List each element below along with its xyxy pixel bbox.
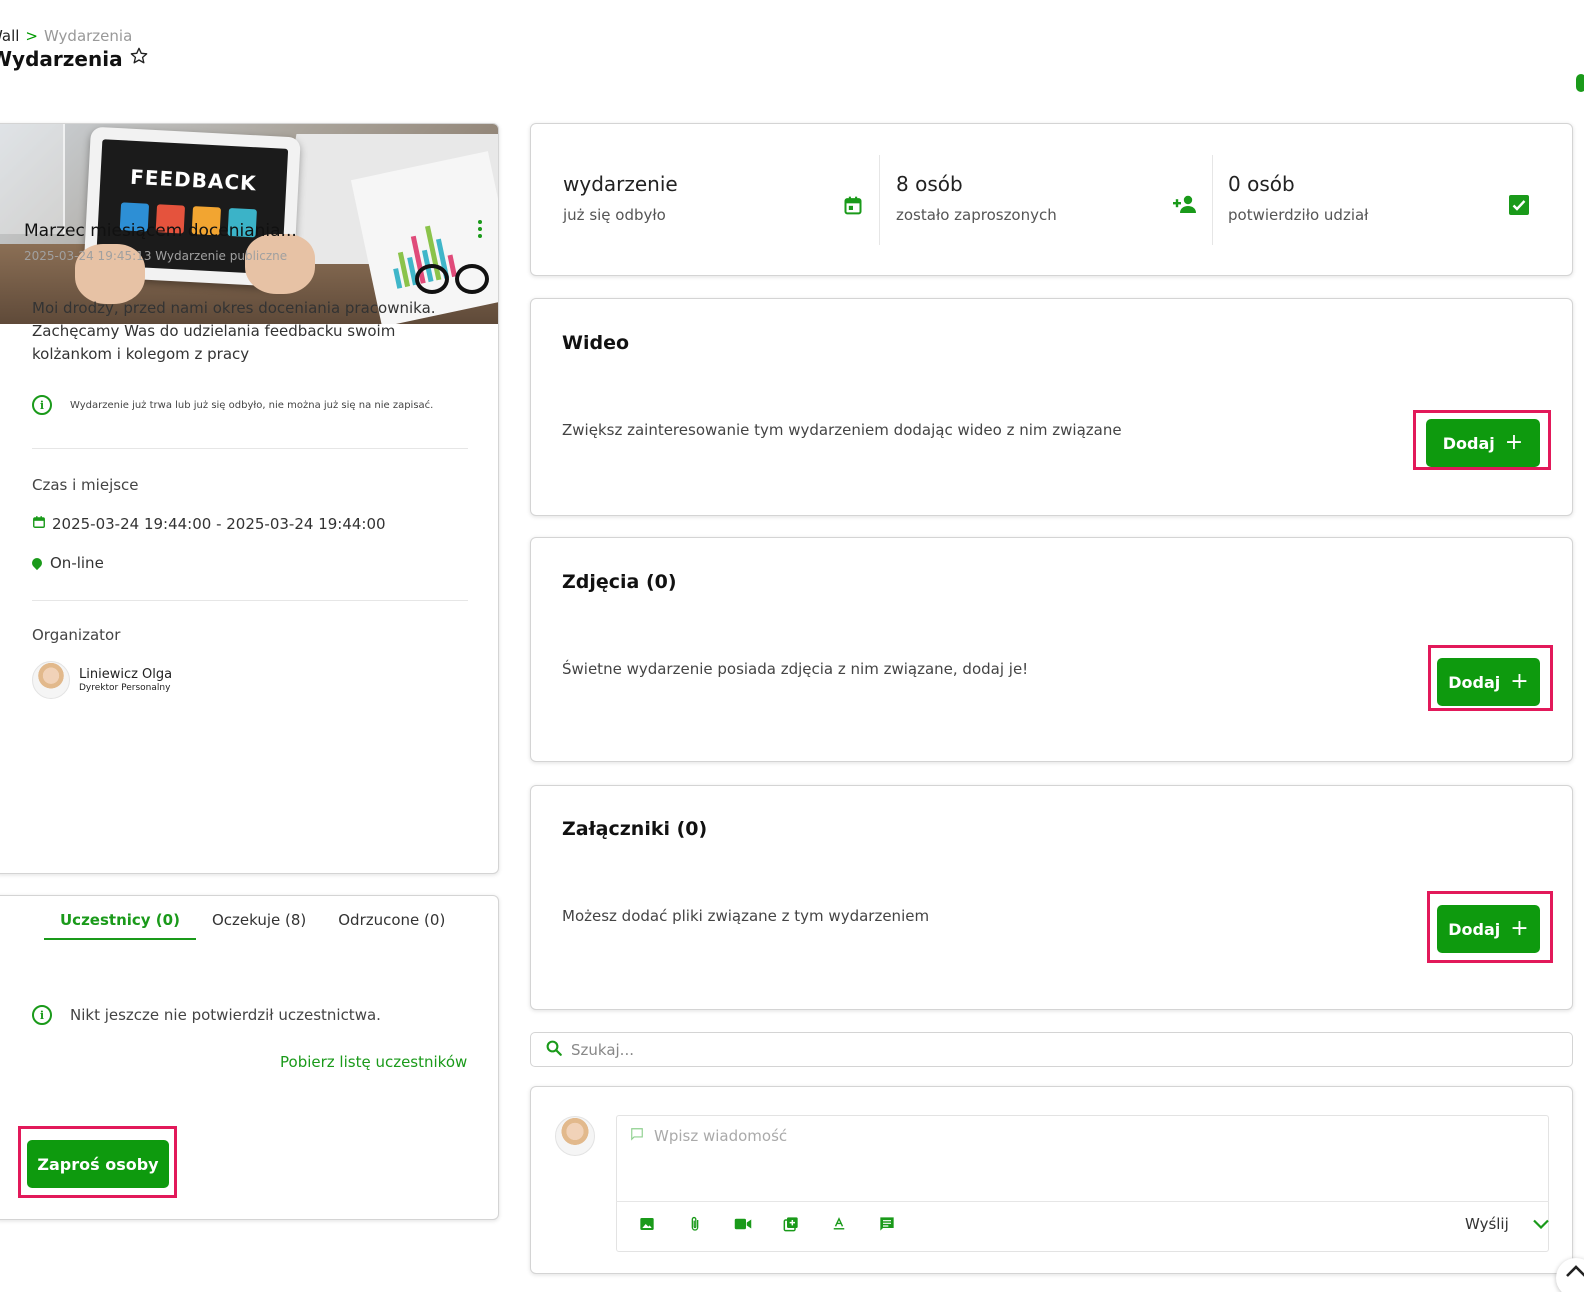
checkbox-icon: [1509, 195, 1529, 219]
chevron-up-icon: [1566, 1265, 1584, 1277]
event-location: On-line: [29, 554, 104, 572]
video-text: Zwiększ zainteresowanie tym wydarzeniem …: [562, 421, 1122, 439]
attachments-text: Możesz dodać pliki związane z tym wydarz…: [562, 907, 930, 925]
stat-status-value: wydarzenie: [563, 172, 678, 196]
participants-empty-text: Nikt jeszcze nie potwierdził uczestnictw…: [70, 1006, 381, 1024]
send-control: Wyślij: [1465, 1215, 1549, 1233]
tab-pending[interactable]: Oczekuje (8): [196, 911, 322, 940]
composer-toolbar: [638, 1215, 896, 1233]
cover-feedback-text: FEEDBACK: [129, 164, 258, 196]
event-date: 2025-03-24 19:44:00 - 2025-03-24 19:44:0…: [32, 515, 386, 533]
time-place-label: Czas i miejsce: [32, 476, 139, 494]
stat-status-label: już się odbyło: [563, 206, 666, 224]
image-icon[interactable]: [638, 1215, 656, 1233]
add-video-label: Dodaj: [1442, 433, 1495, 453]
star-icon[interactable]: [129, 46, 149, 71]
participants-empty: i Nikt jeszcze nie potwierdził uczestnic…: [32, 1005, 381, 1025]
text-format-icon[interactable]: [830, 1215, 848, 1233]
breadcrumb-current: Wydarzenia: [43, 27, 133, 45]
stat-confirmed-label: potwierdziło udział: [1228, 206, 1369, 224]
plus-icon: +: [1510, 669, 1529, 694]
info-icon: i: [32, 1005, 52, 1025]
tab-participants[interactable]: Uczestnicy (0): [44, 911, 196, 940]
search-icon: [545, 1039, 563, 1061]
calendar-icon: [32, 515, 46, 533]
video-title: Wideo: [562, 332, 630, 354]
tab-rejected[interactable]: Odrzucone (0): [322, 911, 461, 940]
plus-icon: +: [1510, 916, 1529, 941]
page-title: Wydarzenia: [0, 46, 123, 71]
event-title: Marzec miesiącem doceniania...: [24, 221, 297, 241]
stat-invited: 8 osób zostało zaproszonych: [896, 155, 1196, 245]
photos-title: Zdjęcia (0): [562, 571, 677, 593]
video-section: [530, 298, 1573, 516]
breadcrumb-root[interactable]: Wall: [0, 27, 19, 45]
event-notice: i Wydarzenie już trwa lub już się odbyło…: [32, 395, 433, 415]
event-notice-text: Wydarzenie już trwa lub już się odbyło, …: [70, 399, 434, 411]
comment-input[interactable]: Wpisz wiadomość: [630, 1127, 787, 1145]
add-photos-button[interactable]: Dodaj +: [1437, 658, 1540, 706]
add-attachments-button[interactable]: Dodaj +: [1437, 905, 1540, 953]
organizer-role: Dyrektor Personalny: [79, 683, 171, 693]
photos-section: [530, 537, 1573, 762]
event-date-text: 2025-03-24 19:44:00 - 2025-03-24 19:44:0…: [52, 515, 386, 533]
organizer-name[interactable]: Liniewicz Olga: [79, 667, 172, 682]
search-bar: [530, 1032, 1573, 1067]
add-photos-label: Dodaj: [1448, 672, 1501, 692]
stat-invited-label: zostało zaproszonych: [896, 206, 1057, 224]
calendar-icon: [843, 194, 863, 220]
location-pin-icon: [29, 555, 45, 571]
video-icon[interactable]: [734, 1215, 752, 1233]
add-box-icon[interactable]: [782, 1215, 800, 1233]
info-icon: i: [32, 395, 52, 415]
download-participants-link[interactable]: Pobierz listę uczestników: [280, 1053, 467, 1071]
send-button[interactable]: Wyślij: [1465, 1215, 1509, 1233]
chevron-down-icon[interactable]: [1532, 1215, 1549, 1233]
divider: [32, 600, 468, 601]
event-description: Moi drodzy, przed nami okres doceniania …: [32, 299, 436, 363]
search-input[interactable]: [571, 1040, 1471, 1059]
chat-bubble-icon: [630, 1127, 644, 1145]
divider: [616, 1201, 1549, 1202]
comment-placeholder: Wpisz wiadomość: [654, 1127, 788, 1145]
side-marker-icon[interactable]: [1576, 74, 1584, 92]
paperclip-icon[interactable]: [686, 1215, 704, 1233]
organizer-label: Organizator: [32, 626, 121, 644]
divider: [879, 155, 880, 245]
add-attachments-label: Dodaj: [1448, 919, 1501, 939]
event-meta: 2025-03-24 19:45:13 Wydarzenie publiczne: [24, 249, 288, 263]
user-avatar: [555, 1116, 595, 1156]
breadcrumb-separator: >: [25, 27, 38, 45]
stats-card: wydarzenie już się odbyło 8 osób zostało…: [530, 123, 1573, 276]
stat-confirmed-value: 0 osób: [1228, 172, 1295, 196]
divider: [1212, 155, 1213, 245]
stat-confirmed: 0 osób potwierdziło udział: [1228, 155, 1528, 245]
stat-invited-value: 8 osób: [896, 172, 963, 196]
comment-icon[interactable]: [878, 1215, 896, 1233]
person-add-icon: [1173, 194, 1197, 218]
stat-status: wydarzenie już się odbyło: [563, 155, 863, 245]
invite-button[interactable]: Zaproś osoby: [27, 1140, 169, 1188]
attachments-title: Załączniki (0): [562, 818, 708, 840]
add-video-button[interactable]: Dodaj +: [1426, 419, 1540, 467]
organizer-avatar[interactable]: [32, 661, 70, 699]
breadcrumb: Wall > Wydarzenia: [0, 27, 132, 45]
participants-tabs: Uczestnicy (0) Oczekuje (8) Odrzucone (0…: [44, 911, 461, 940]
page-title-row: Wydarzenia: [0, 46, 149, 71]
event-location-text: On-line: [50, 554, 104, 572]
divider: [32, 448, 468, 449]
more-vert-icon[interactable]: [474, 217, 486, 241]
photos-text: Świetne wydarzenie posiada zdjęcia z nim…: [562, 660, 1029, 678]
plus-icon: +: [1504, 430, 1524, 455]
